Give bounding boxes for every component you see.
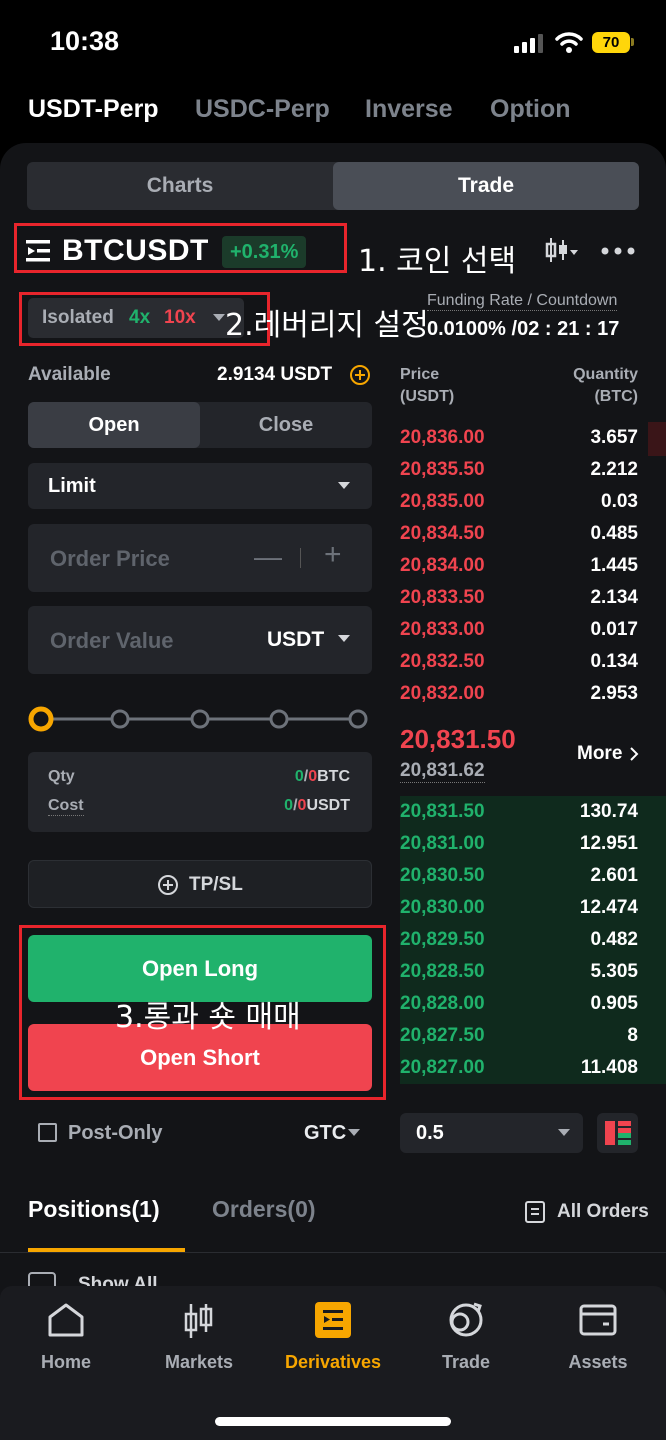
add-circle-icon — [158, 875, 178, 895]
price-increment-button[interactable]: + — [324, 538, 342, 572]
slider-handle — [28, 706, 54, 732]
more-options-icon[interactable] — [601, 246, 635, 256]
home-icon — [48, 1303, 84, 1337]
unit-dropdown-icon — [338, 635, 350, 642]
tab-option[interactable]: Option — [490, 95, 571, 124]
symbol-name[interactable]: BTCUSDT — [62, 234, 209, 268]
wallet-icon — [579, 1304, 617, 1336]
ask-row[interactable]: 20,836.00 3.657 — [400, 421, 638, 453]
ask-row[interactable]: 20,834.50 0.485 — [400, 517, 638, 549]
depth-dropdown-icon — [558, 1129, 570, 1136]
chevron-right-icon — [630, 747, 639, 761]
bid-row[interactable]: 20,828.00 0.905 — [400, 987, 638, 1019]
stepper-divider — [300, 548, 301, 568]
add-funds-icon[interactable] — [349, 364, 371, 386]
more-link[interactable]: More — [577, 743, 622, 765]
annotation-text-1: 1. 코인 선택 — [358, 244, 517, 279]
nav-derivatives[interactable]: Derivatives — [273, 1352, 393, 1373]
bid-row[interactable]: 20,829.50 0.482 — [400, 923, 638, 955]
funding-rate-label[interactable]: Funding Rate / Countdown — [427, 292, 618, 311]
post-only-label: Post-Only — [68, 1122, 163, 1144]
orders-document-icon — [525, 1201, 545, 1223]
bid-row[interactable]: 20,827.00 11.408 — [400, 1051, 638, 1083]
qty-label: Qty — [48, 768, 75, 785]
signal-icon — [514, 34, 543, 53]
tabs-divider — [0, 1252, 666, 1253]
order-type-value: Limit — [48, 475, 96, 497]
last-price: 20,831.50 — [400, 724, 516, 754]
ask-row[interactable]: 20,832.00 2.953 — [400, 677, 638, 709]
nav-trade[interactable]: Trade — [406, 1352, 526, 1373]
tif-dropdown-icon — [348, 1129, 360, 1136]
nav-home[interactable]: Home — [6, 1352, 126, 1373]
menu-list-icon[interactable] — [26, 240, 52, 262]
candlestick-chart-icon[interactable] — [545, 236, 579, 264]
leverage-slider[interactable] — [27, 704, 372, 734]
ask-row[interactable]: 20,832.50 0.134 — [400, 645, 638, 677]
price-decrement-button[interactable]: — — [254, 541, 282, 573]
slider-step-25 — [110, 709, 130, 729]
wifi-icon — [555, 32, 583, 53]
cost-label[interactable]: Cost — [48, 797, 84, 816]
bid-row[interactable]: 20,831.00 12.951 — [400, 827, 638, 859]
ask-row[interactable]: 20,835.50 2.212 — [400, 453, 638, 485]
depth-precision-value: 0.5 — [416, 1122, 444, 1144]
ask-row[interactable]: 20,834.00 1.445 — [400, 549, 638, 581]
order-value-unit[interactable]: USDT — [267, 628, 324, 652]
tab-usdt-perp[interactable]: USDT-Perp — [28, 95, 159, 124]
markets-candlestick-icon — [184, 1304, 213, 1338]
trade-exchange-icon — [449, 1302, 483, 1337]
available-label: Available — [28, 364, 111, 385]
post-only-checkbox[interactable] — [38, 1123, 57, 1142]
tab-trade[interactable]: Trade — [333, 162, 639, 210]
annotation-text-3: 3.롱과 숏 매매 — [115, 1000, 301, 1035]
status-time: 10:38 — [50, 26, 120, 56]
chevron-down-icon — [338, 482, 350, 489]
tab-close[interactable]: Close — [200, 402, 372, 448]
tab-orders[interactable]: Orders(0) — [212, 1196, 316, 1223]
tab-open[interactable]: Open — [28, 402, 200, 448]
bid-row[interactable]: 20,827.50 8 — [400, 1019, 638, 1051]
bid-row[interactable]: 20,831.50 130.74 — [400, 795, 638, 827]
price-change-badge: +0.31% — [222, 236, 307, 268]
battery-indicator: 70 — [592, 32, 630, 53]
home-indicator — [215, 1417, 451, 1426]
order-summary-box — [28, 752, 372, 832]
tab-inverse[interactable]: Inverse — [365, 95, 453, 124]
bid-row[interactable]: 20,830.00 12.474 — [400, 891, 638, 923]
annotation-text-2: 2.레버리지 설정 — [225, 308, 429, 343]
slider-step-100 — [348, 709, 368, 729]
nav-markets[interactable]: Markets — [139, 1352, 259, 1373]
available-balance: 2.9134 USDT — [217, 364, 333, 385]
ask-row[interactable]: 20,835.00 0.03 — [400, 485, 638, 517]
derivatives-icon — [315, 1302, 351, 1338]
funding-rate-value: 0.0100% /02 : 21 : 17 — [427, 318, 620, 340]
time-in-force-select[interactable]: GTC — [304, 1122, 346, 1145]
order-price-input[interactable]: Order Price — [50, 546, 170, 572]
quantity-column-header: Quantity (BTC) — [573, 366, 638, 405]
battery-tip — [631, 38, 634, 46]
all-orders-link[interactable]: All Orders — [557, 1201, 649, 1223]
ask-row[interactable]: 20,833.00 0.017 — [400, 613, 638, 645]
slider-step-75 — [269, 709, 289, 729]
ask-depth-bar — [648, 422, 666, 456]
tab-positions[interactable]: Positions(1) — [28, 1196, 160, 1223]
price-column-header: Price (USDT) — [400, 366, 455, 405]
tab-charts[interactable]: Charts — [27, 162, 333, 210]
bid-row[interactable]: 20,830.50 2.601 — [400, 859, 638, 891]
nav-assets[interactable]: Assets — [538, 1352, 658, 1373]
qty-value: 0/0BTC — [294, 768, 350, 785]
slider-step-50 — [190, 709, 210, 729]
bid-row[interactable]: 20,828.50 5.305 — [400, 955, 638, 987]
tab-usdc-perp[interactable]: USDC-Perp — [195, 95, 330, 124]
tpsl-label: TP/SL — [189, 874, 243, 895]
cost-value: 0/0USDT — [284, 797, 350, 814]
orderbook-layout-icon — [605, 1121, 631, 1145]
ask-row[interactable]: 20,833.50 2.134 — [400, 581, 638, 613]
order-value-input[interactable]: Order Value — [50, 628, 174, 654]
mark-price[interactable]: 20,831.62 — [400, 760, 485, 783]
